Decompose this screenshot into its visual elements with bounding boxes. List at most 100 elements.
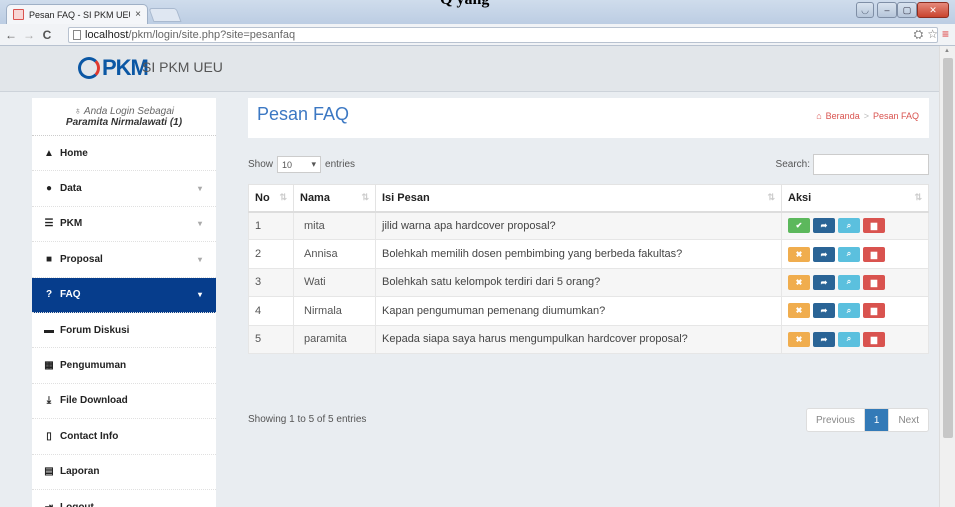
length-suffix: entries (325, 159, 356, 170)
reply-forward-button[interactable]: ➦ (813, 303, 835, 319)
sidebar-forum-diskusi-icon: ▬ (44, 324, 54, 336)
cell-nama: mita (293, 210, 376, 241)
translate-icon[interactable]: ⛭ (914, 27, 924, 42)
delete-trash-button[interactable]: ▆ (863, 303, 885, 319)
sidebar-item-proposal[interactable]: ■ Proposal ▾ (32, 242, 216, 278)
sidebar-laporan-icon: ▤ (44, 466, 54, 478)
brand-name[interactable]: SI PKM UEU (142, 59, 223, 75)
browser-menu-icon[interactable]: ≡ (942, 27, 949, 42)
next-page-button[interactable]: Next (889, 409, 928, 431)
user-icon[interactable]: ◡ (856, 2, 874, 18)
table-row: 2 Annisa Bolehkah memilih dosen pembimbing… (248, 239, 929, 269)
delete-trash-button[interactable]: ▆ (863, 218, 885, 234)
view-search-button[interactable]: ⌕ (838, 218, 860, 234)
col-nama[interactable]: Nama ⇅ (293, 184, 376, 213)
col-aksi[interactable]: Aksi ⇅ (781, 184, 929, 213)
length-control: Show 10 ▾ entries (248, 156, 355, 173)
scroll-thumb[interactable] (943, 58, 953, 438)
sidebar-pkm-icon: ☰ (44, 218, 54, 230)
address-bar[interactable]: localhost/pkm/login/site.php?site=pesanf… (68, 27, 938, 43)
sidebar-faq-icon: ? (45, 289, 53, 301)
reply-forward-button[interactable]: ➦ (813, 274, 835, 290)
sidebar-item-laporan[interactable]: ▤ Laporan (32, 455, 216, 490)
view-search-button[interactable]: ⌕ (838, 331, 860, 347)
bookmark-star-icon[interactable]: ☆ (927, 27, 938, 42)
sidebar-item-data[interactable]: ● Data ▾ (32, 171, 216, 207)
forward-icon[interactable]: → (22, 28, 36, 42)
col-no[interactable]: No ⇅ (248, 184, 294, 213)
new-tab-button[interactable] (148, 8, 182, 22)
view-search-button[interactable]: ⌕ (838, 246, 860, 262)
sidebar-item-label: Forum Diskusi (60, 324, 130, 336)
cell-no: 2 (248, 239, 294, 269)
cell-pesan: Bolehkah memilih dosen pembimbing yang b… (375, 239, 782, 269)
page-viewport: PKM SI PKM UEU ♁ Anda Login Sebagai Para… (0, 46, 939, 507)
logo-text: PKM (102, 55, 149, 80)
delete-trash-button[interactable]: ▆ (863, 274, 885, 290)
scroll-up-icon[interactable]: ▲ (944, 48, 950, 54)
sidebar-item-home[interactable]: ▲ Home (32, 136, 216, 172)
view-search-button[interactable]: ⌕ (838, 303, 860, 319)
browser-tab[interactable]: Pesan FAQ - SI PKM UEU × (6, 4, 148, 24)
view-search-button[interactable]: ⌕ (838, 274, 860, 290)
sidebar-item-label: Data (60, 183, 82, 195)
answered-check-button[interactable]: ✔ (788, 218, 810, 234)
search-input[interactable] (813, 154, 929, 175)
sidebar-item-forum-diskusi[interactable]: ▬ Forum Diskusi (32, 313, 216, 349)
length-value: 10 (282, 159, 293, 170)
length-select[interactable]: 10 ▾ (277, 156, 322, 173)
delete-trash-button[interactable]: ▆ (863, 246, 885, 262)
sidebar-item-label: Home (60, 147, 88, 159)
close-tab-icon[interactable]: × (135, 9, 141, 20)
page-1-button[interactable]: 1 (864, 409, 890, 431)
top-navbar: PKM SI PKM UEU (0, 46, 939, 92)
unanswered-x-button[interactable]: ✖ (788, 274, 810, 290)
reload-icon[interactable]: C (40, 28, 54, 42)
unanswered-x-button[interactable]: ✖ (788, 331, 810, 347)
reply-forward-button[interactable]: ➦ (813, 218, 835, 234)
back-icon[interactable]: ← (4, 28, 18, 42)
sidebar-item-pkm[interactable]: ☰ PKM ▾ (32, 207, 216, 243)
col-isi-pesan[interactable]: Isi Pesan ⇅ (375, 184, 782, 213)
cell-nama: Wati (293, 267, 376, 298)
user-small-icon: ♁ (74, 106, 84, 117)
sidebar-item-contact-info[interactable]: ▯ Contact Info (32, 419, 216, 455)
col-nama-label: Nama (300, 191, 330, 204)
breadcrumb: ⌂ Beranda > Pesan FAQ (816, 111, 919, 121)
breadcrumb-home[interactable]: Beranda (826, 111, 860, 121)
search-control: Search: (776, 154, 929, 175)
sidebar-item-faq[interactable]: ? FAQ ▾ (32, 277, 216, 313)
close-window-button[interactable]: ✕ (917, 2, 949, 18)
faq-table-area: Show 10 ▾ entries Search: No ⇅ Nama ⇅ Isi … (248, 150, 929, 432)
sidebar-item-label: Contact Info (60, 430, 119, 442)
home-icon: ⌂ (816, 111, 822, 121)
unanswered-x-button[interactable]: ✖ (788, 246, 810, 262)
minimize-button[interactable]: – (877, 2, 897, 18)
search-label: Search: (775, 159, 810, 170)
delete-trash-button[interactable]: ▆ (863, 331, 885, 347)
table-row: 1 mita jilid warna apa hardcover proposal?… (248, 210, 929, 241)
page-icon (73, 30, 81, 40)
col-isi-pesan-label: Isi Pesan (382, 191, 430, 204)
favicon-icon (13, 9, 24, 20)
url-host: localhost (85, 29, 129, 41)
sidebar-proposal-icon: ■ (45, 253, 53, 265)
cell-nama: Nirmala (293, 296, 376, 326)
cell-nama: Annisa (293, 239, 376, 269)
page-scrollbar[interactable]: ▲ (939, 46, 955, 507)
sidebar-item-file-download[interactable]: ⤓ File Download (32, 384, 216, 420)
table-row: 4 Nirmala Kapan pengumuman pemenang diumum… (248, 296, 929, 326)
url-text: localhost/pkm/login/site.php?site=pesanf… (85, 29, 295, 41)
reply-forward-button[interactable]: ➦ (813, 331, 835, 347)
sidebar-item-logout[interactable]: ⇥ Logout (32, 490, 216, 507)
breadcrumb-separator: > (863, 111, 869, 121)
table-row: 5 paramita Kepada siapa saya harus mengump… (248, 324, 929, 354)
maximize-button[interactable]: ▢ (897, 2, 917, 18)
sort-icon: ⇅ (361, 192, 369, 202)
pagination: Previous 1 Next (805, 408, 929, 432)
reply-forward-button[interactable]: ➦ (813, 246, 835, 262)
unanswered-x-button[interactable]: ✖ (788, 303, 810, 319)
previous-page-button[interactable]: Previous (806, 409, 865, 431)
pkm-logo[interactable]: PKM (78, 54, 149, 82)
sidebar-item-pengumuman[interactable]: ▦ Pengumuman (32, 348, 216, 384)
